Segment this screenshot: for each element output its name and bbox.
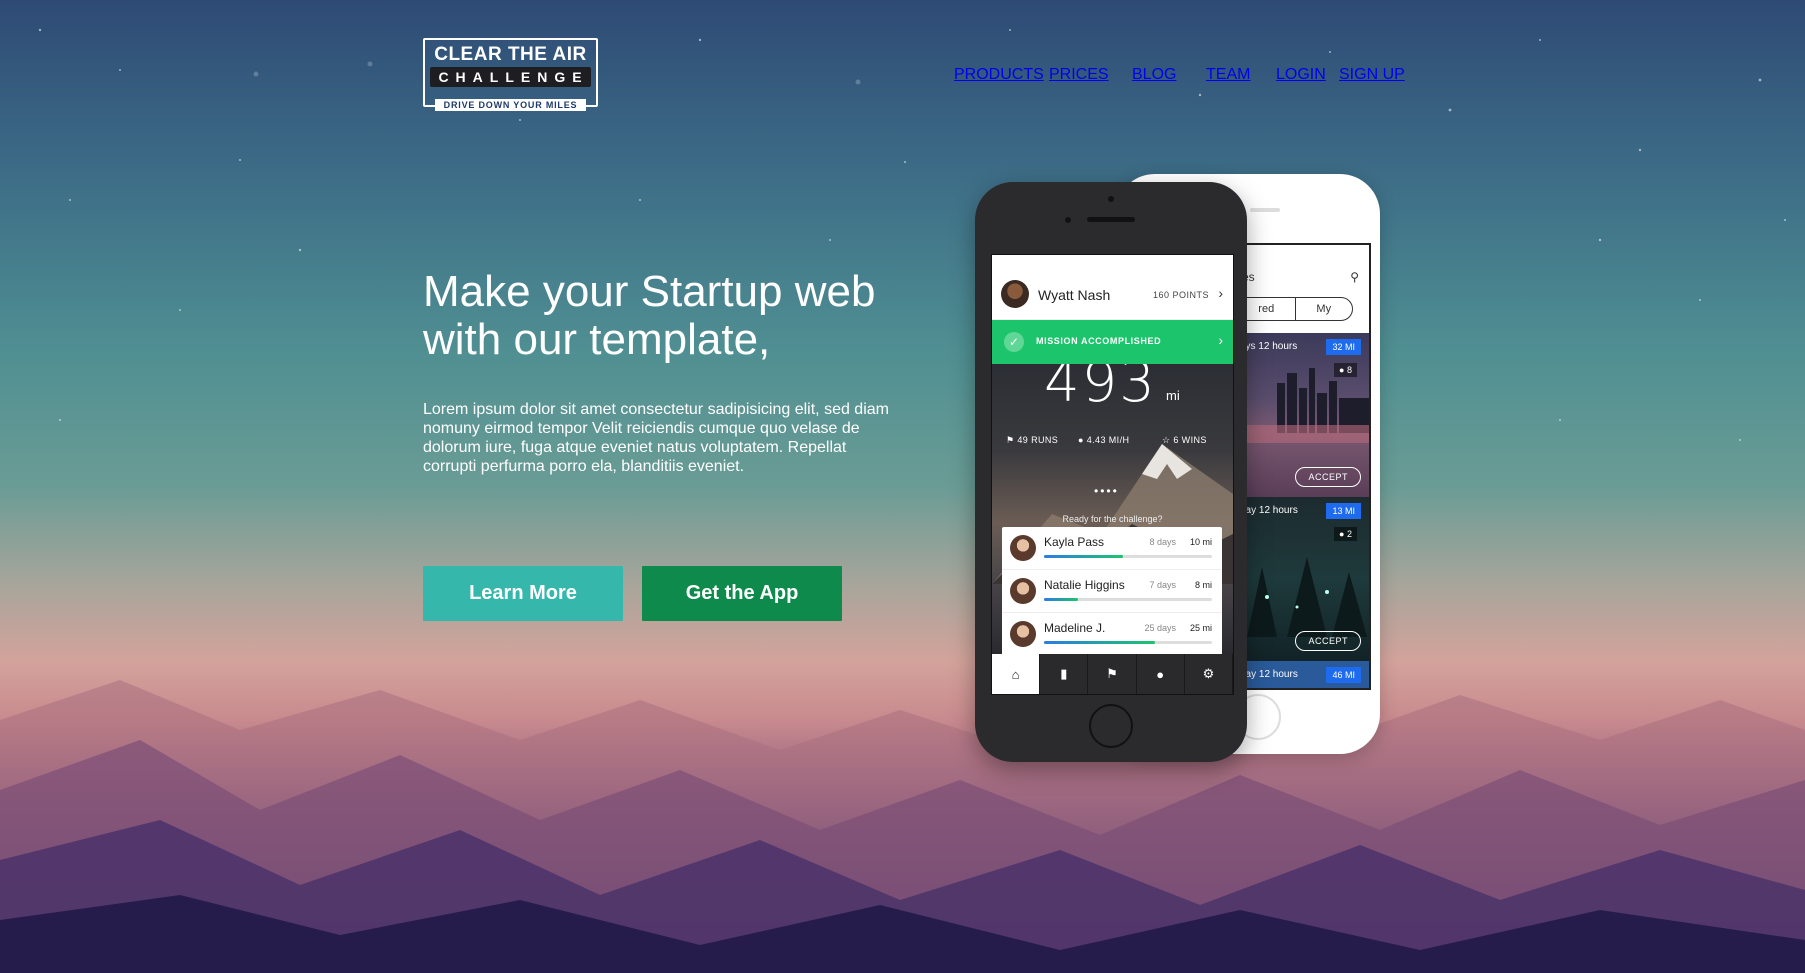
nav-sign-up[interactable]: SIGN UP xyxy=(1339,66,1405,84)
night-forest-image xyxy=(1247,557,1367,637)
participants-count: 8 xyxy=(1346,365,1352,375)
leaderboard-row[interactable]: Madeline J. 25 days 25 mi xyxy=(1002,613,1222,656)
challenge-miles-badge: 46 MI xyxy=(1326,667,1361,683)
avatar xyxy=(1010,621,1036,647)
accept-button[interactable]: ACCEPT xyxy=(1295,467,1361,487)
avatar xyxy=(1010,535,1036,561)
chevron-right-icon: › xyxy=(1218,332,1223,348)
challenge-miles-badge: 32 MI xyxy=(1326,339,1361,355)
logo-subtitle: CHALLENGE xyxy=(430,67,591,87)
phone-camera xyxy=(1108,196,1114,202)
flag-icon: ⚑ xyxy=(1006,435,1015,445)
challenge-time-left: ays 12 hours xyxy=(1240,341,1298,352)
leader-days: 25 days xyxy=(1144,623,1176,633)
speed-stat: ● 4.43 MI/H xyxy=(1078,435,1129,445)
leader-days: 8 days xyxy=(1149,537,1176,547)
search-icon[interactable]: ⚲ xyxy=(1350,270,1359,284)
challenge-participants: ● 2 xyxy=(1334,527,1357,541)
leader-name: Kayla Pass xyxy=(1044,535,1105,549)
home-icon[interactable]: ⌂ xyxy=(992,654,1041,694)
gear-icon[interactable]: ⚙ xyxy=(1185,654,1233,694)
hero-headline: Make your Startup web with our template, xyxy=(423,267,876,364)
phone-sensor xyxy=(1065,217,1071,223)
speedometer-icon: ● xyxy=(1078,435,1084,445)
person-icon[interactable]: ● xyxy=(1137,654,1185,694)
person-icon: ● xyxy=(1339,365,1345,375)
speed-value: 4.43 MI/H xyxy=(1086,435,1130,445)
phone-home-button xyxy=(1089,704,1133,748)
progress-bar xyxy=(1044,641,1212,644)
avatar xyxy=(1001,280,1029,308)
challenge-card[interactable]: day 12 hours 13 MI ● 2 ACCEPT xyxy=(1237,497,1369,661)
total-miles-unit: mi xyxy=(1166,388,1180,403)
nav-blog[interactable]: BLOG xyxy=(1132,66,1176,84)
leader-days: 7 days xyxy=(1149,580,1176,590)
leaderboard-row[interactable]: Natalie Higgins 7 days 8 mi xyxy=(1002,570,1222,613)
segment-my[interactable]: My xyxy=(1294,298,1353,320)
flag-icon[interactable]: ⚑ xyxy=(1088,654,1137,694)
wins-stat: ☆ 6 WINS xyxy=(1162,435,1207,446)
leader-name: Madeline J. xyxy=(1044,621,1106,635)
page-indicator[interactable]: •••• xyxy=(1094,484,1119,498)
nav-team[interactable]: TEAM xyxy=(1206,66,1250,84)
runs-stat: ⚑ 49 RUNS xyxy=(1006,435,1058,446)
challenge-time-left: day 12 hours xyxy=(1240,669,1298,680)
logo[interactable]: CLEAR THE AIR CHALLENGE DRIVE DOWN YOUR … xyxy=(423,38,598,111)
progress-fill xyxy=(1044,555,1123,558)
bottom-tab-bar: ⌂ ▮ ⚑ ● ⚙ xyxy=(992,654,1233,694)
challenge-card[interactable]: day 12 hours 46 MI xyxy=(1237,661,1369,688)
mission-text: MISSION ACCOMPLISHED xyxy=(1036,336,1162,346)
low-poly-hills xyxy=(0,680,1805,973)
leaderboard: Kayla Pass 8 days 10 mi Natalie Higgins … xyxy=(1002,527,1222,656)
nav-prices[interactable]: PRICES xyxy=(1049,66,1109,84)
progress-fill xyxy=(1044,598,1078,601)
progress-bar xyxy=(1044,555,1212,558)
phone-speaker xyxy=(1087,217,1135,222)
challenge-miles-badge: 13 MI xyxy=(1326,503,1361,519)
chevron-right-icon: › xyxy=(1218,285,1223,301)
runs-value: 49 RUNS xyxy=(1017,435,1059,445)
hero-lead-text: Lorem ipsum dolor sit amet consectetur s… xyxy=(423,401,889,475)
logo-tagline: DRIVE DOWN YOUR MILES xyxy=(435,99,586,111)
challenges-screen: es ⚲ red My ays 12 hours 32 MI ● 8 ACCEP… xyxy=(1235,243,1371,690)
logo-title: CLEAR THE AIR xyxy=(434,44,587,65)
leader-miles: 25 mi xyxy=(1189,623,1212,633)
progress-fill xyxy=(1044,641,1155,644)
challenge-card[interactable]: ays 12 hours 32 MI ● 8 ACCEPT xyxy=(1237,333,1369,497)
learn-more-button[interactable]: Learn More xyxy=(423,566,623,621)
segment-control: red My xyxy=(1237,297,1353,321)
get-the-app-button[interactable]: Get the App xyxy=(642,566,842,621)
chart-icon[interactable]: ▮ xyxy=(1040,654,1089,694)
leaderboard-row[interactable]: Kayla Pass 8 days 10 mi xyxy=(1002,527,1222,570)
user-name: Wyatt Nash xyxy=(1038,287,1111,303)
participants-count: 2 xyxy=(1346,529,1352,539)
profile-row[interactable]: Wyatt Nash 160 POINTS › xyxy=(992,255,1233,320)
ready-prompt: Ready for the challenge? xyxy=(1062,514,1163,524)
accept-button[interactable]: ACCEPT xyxy=(1295,631,1361,651)
person-icon: ● xyxy=(1339,529,1345,539)
leader-miles: 10 mi xyxy=(1189,537,1212,547)
total-miles-value: 493 xyxy=(1044,364,1157,415)
checkmark-icon: ✓ xyxy=(1004,332,1024,352)
wins-value: 6 WINS xyxy=(1173,435,1207,445)
progress-bar xyxy=(1044,598,1212,601)
mission-banner[interactable]: ✓ MISSION ACCOMPLISHED › xyxy=(992,320,1233,364)
dashboard-screen: Wyatt Nash 160 POINTS › ✓ MISSION ACCOMP… xyxy=(991,254,1234,695)
nav-products[interactable]: PRODUCTS xyxy=(954,66,1044,84)
nav-login[interactable]: LOGIN xyxy=(1276,66,1326,84)
avatar xyxy=(1010,578,1036,604)
trophy-icon: ☆ xyxy=(1162,435,1171,445)
leader-name: Natalie Higgins xyxy=(1044,578,1125,592)
challenge-participants: ● 8 xyxy=(1334,363,1357,377)
leader-miles: 8 mi xyxy=(1194,580,1212,590)
challenge-time-left: day 12 hours xyxy=(1240,505,1298,516)
phone-speaker xyxy=(1250,208,1280,212)
star-field xyxy=(38,28,1786,441)
user-points: 160 POINTS xyxy=(1152,290,1209,300)
